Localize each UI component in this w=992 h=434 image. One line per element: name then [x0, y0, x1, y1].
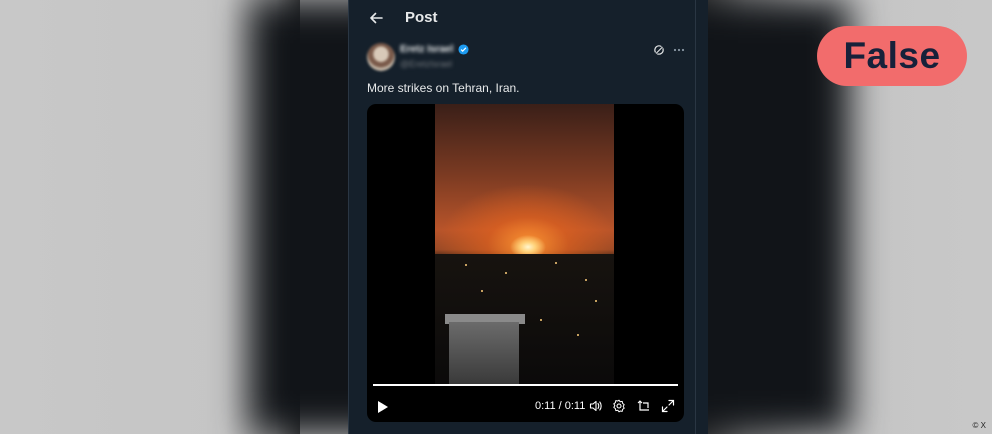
city-light	[481, 290, 483, 292]
video-progress-fill	[373, 384, 678, 386]
post-text: More strikes on Tehran, Iran.	[367, 81, 520, 95]
volume-icon[interactable]	[589, 399, 603, 413]
settings-icon[interactable]	[612, 399, 626, 413]
city-light	[555, 262, 557, 264]
more-options-icon[interactable]	[672, 43, 686, 57]
video-time: 0:11 / 0:11	[535, 400, 586, 412]
city-light	[585, 279, 587, 281]
post-screen: Post Eretz Israel @EretzIsrael More stri…	[348, 0, 708, 434]
back-arrow-icon[interactable]	[368, 10, 384, 26]
page-title: Post	[405, 9, 438, 26]
author-handle[interactable]: @EretzIsrael	[400, 59, 452, 69]
fullscreen-icon[interactable]	[661, 399, 675, 413]
video-frame[interactable]	[435, 104, 614, 384]
false-rating-badge: False	[817, 26, 967, 86]
play-icon[interactable]	[377, 400, 389, 414]
image-credit: © X	[972, 421, 986, 430]
video-progress-bar[interactable]	[373, 384, 678, 386]
pip-icon[interactable]	[637, 399, 651, 413]
grok-icon[interactable]	[653, 44, 665, 56]
city-light	[465, 264, 467, 266]
top-bar: Post	[348, 0, 708, 36]
video-building	[449, 322, 519, 384]
city-light	[505, 272, 507, 274]
author-display-name[interactable]: Eretz Israel	[400, 44, 453, 55]
video-player[interactable]: 0:11 / 0:11	[367, 104, 684, 422]
verified-badge-icon	[458, 44, 469, 55]
city-light	[595, 300, 597, 302]
city-light	[577, 334, 579, 336]
city-light	[540, 319, 542, 321]
avatar[interactable]	[367, 43, 395, 71]
